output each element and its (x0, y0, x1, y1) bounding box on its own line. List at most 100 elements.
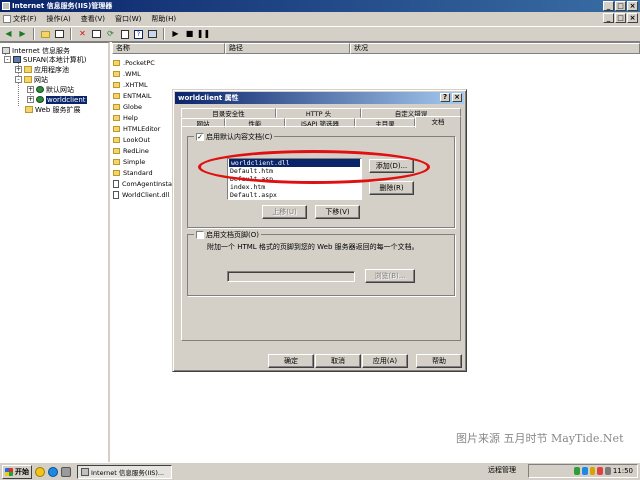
enable-footer-checkbox[interactable]: 启用文档页脚(O) (194, 230, 261, 240)
tray-icon[interactable] (597, 467, 604, 475)
list-item[interactable]: Help (112, 113, 138, 123)
tab-documents[interactable]: 文档 (415, 116, 461, 128)
network-icon[interactable] (574, 467, 580, 475)
list-item[interactable]: RedLine (112, 146, 149, 156)
browse-button[interactable]: 浏览(B)... (365, 269, 415, 283)
start-icon[interactable]: ▶ (170, 29, 181, 40)
refresh-icon[interactable]: ⟳ (105, 29, 116, 40)
move-up-button[interactable]: 上移(U) (262, 205, 307, 219)
list-item[interactable]: Default.aspx (228, 191, 361, 199)
collapse-toggle[interactable]: - (4, 56, 11, 63)
list-item[interactable]: ENTMAIL (112, 91, 152, 101)
tab-directory-security[interactable]: 目录安全性 (181, 108, 276, 118)
move-down-button[interactable]: 下移(V) (315, 205, 360, 219)
list-item[interactable]: Simple (112, 157, 145, 167)
menu-window[interactable]: 窗口(W) (115, 14, 141, 24)
documents-tab-panel: ✓ 启用默认内容文档(C) worldclient.dll Default.ht… (181, 126, 461, 341)
tree-item-computer[interactable]: - SUFAN(本地计算机) (4, 55, 86, 64)
remote-admin-label[interactable]: 远程管理 (488, 465, 516, 475)
dialog-title-bar[interactable]: worldclient 属性 ? × (175, 92, 464, 104)
menu-file[interactable]: 文件(F) (3, 14, 37, 24)
properties-icon[interactable] (91, 29, 102, 40)
maximize-button[interactable]: □ (615, 1, 626, 11)
enable-default-doc-checkbox[interactable]: ✓ 启用默认内容文档(C) (194, 132, 275, 142)
tree-item-worldclient[interactable]: + worldclient (27, 95, 87, 104)
tray-icon[interactable] (581, 467, 588, 475)
window-title: Internet 信息服务(IIS)管理器 (12, 2, 113, 10)
list-item[interactable]: .WML (112, 69, 141, 79)
default-doc-list[interactable]: worldclient.dll Default.htm Default.asp … (227, 158, 362, 200)
dialog-close-button[interactable]: × (452, 93, 462, 102)
tree-item-websites[interactable]: - 网站 (15, 75, 48, 84)
forward-arrow-icon[interactable]: ▶ (17, 29, 28, 40)
tree-item-app-pools[interactable]: + 应用程序池 (15, 65, 69, 74)
column-header-path[interactable]: 路径 (225, 43, 350, 54)
tree-item-default-site[interactable]: + 默认网站 (27, 85, 74, 94)
console-icon[interactable] (147, 29, 158, 40)
stop-icon[interactable]: ■ (184, 29, 195, 40)
tab-http-headers[interactable]: HTTP 头 (276, 108, 361, 118)
list-item[interactable]: Globe (112, 102, 142, 112)
tree-pane: Internet 信息服务 - SUFAN(本地计算机) + 应用程序池 - 网… (0, 42, 110, 462)
folder-icon (113, 126, 120, 132)
list-item[interactable]: .XHTML (112, 80, 148, 90)
up-folder-icon[interactable] (40, 29, 51, 40)
dialog-help-button[interactable]: ? (440, 93, 450, 102)
volume-icon[interactable] (605, 467, 611, 475)
help-icon[interactable]: ? (133, 29, 144, 40)
remove-button[interactable]: 删除(R) (369, 181, 414, 195)
menu-view[interactable]: 查看(V) (81, 14, 105, 24)
footer-description: 附加一个 HTML 格式的页脚到您的 Web 服务器返回的每一个文档。 (207, 243, 419, 251)
mdi-close-button[interactable]: × (627, 13, 638, 23)
back-arrow-icon[interactable]: ◀ (3, 29, 14, 40)
list-item[interactable]: LookOut (112, 135, 150, 145)
help-button[interactable]: 帮助 (416, 354, 462, 368)
column-header-name[interactable]: 名称 (112, 43, 225, 54)
iis-app-icon (81, 467, 89, 476)
pause-icon[interactable]: ❚❚ (197, 29, 210, 40)
list-item[interactable]: Default.asp (228, 175, 361, 183)
column-header-status[interactable]: 状况 (350, 43, 640, 54)
taskbar-item-iis[interactable]: Internet 信息服务(IIS)... (77, 464, 172, 479)
folder-icon (113, 137, 120, 143)
tray-icon[interactable] (589, 467, 596, 475)
menu-help[interactable]: 帮助(H) (151, 14, 176, 24)
list-item[interactable]: ComAgentInstal (112, 179, 174, 189)
folder-icon (25, 106, 33, 113)
list-item[interactable]: Standard (112, 168, 153, 178)
show-tree-icon[interactable] (54, 29, 65, 40)
tree-item-web-extensions[interactable]: Web 服务扩展 (25, 105, 81, 114)
list-item[interactable]: Default.htm (228, 167, 361, 175)
list-item[interactable]: .PocketPC (112, 58, 155, 68)
globe-icon (36, 86, 44, 93)
expand-toggle[interactable]: + (27, 86, 34, 93)
close-button[interactable]: × (627, 1, 638, 11)
folder-icon (24, 66, 32, 73)
add-button[interactable]: 添加(D)... (369, 159, 414, 173)
cancel-button[interactable]: 取消 (315, 354, 361, 368)
list-item[interactable]: index.htm (228, 183, 361, 191)
export-icon[interactable] (119, 29, 130, 40)
footer-path-field[interactable] (227, 271, 355, 282)
menu-action[interactable]: 操作(A) (47, 14, 71, 24)
minimize-button[interactable]: _ (603, 1, 614, 11)
globe-icon (36, 96, 44, 103)
collapse-toggle[interactable]: - (15, 76, 22, 83)
list-item[interactable]: HTMLEditor (112, 124, 160, 134)
mdi-minimize-button[interactable]: _ (603, 13, 614, 23)
delete-icon[interactable]: ✕ (77, 29, 88, 40)
folder-icon (113, 148, 120, 154)
windows-logo-icon (5, 467, 13, 476)
ok-button[interactable]: 确定 (268, 354, 314, 368)
desktop-icon[interactable] (61, 466, 71, 477)
expand-toggle[interactable]: + (27, 96, 34, 103)
expand-toggle[interactable]: + (15, 66, 22, 73)
apply-button[interactable]: 应用(A) (362, 354, 408, 368)
mdi-restore-button[interactable]: □ (615, 13, 626, 23)
ie-browser-icon[interactable] (48, 466, 58, 477)
quicklaunch-icon[interactable] (35, 466, 45, 477)
start-button[interactable]: 开始 (2, 464, 32, 479)
list-item[interactable]: WorldClient.dll (112, 190, 169, 200)
main-title-bar[interactable]: Internet 信息服务(IIS)管理器 _ □ × (0, 0, 640, 12)
list-item[interactable]: worldclient.dll (229, 159, 360, 167)
